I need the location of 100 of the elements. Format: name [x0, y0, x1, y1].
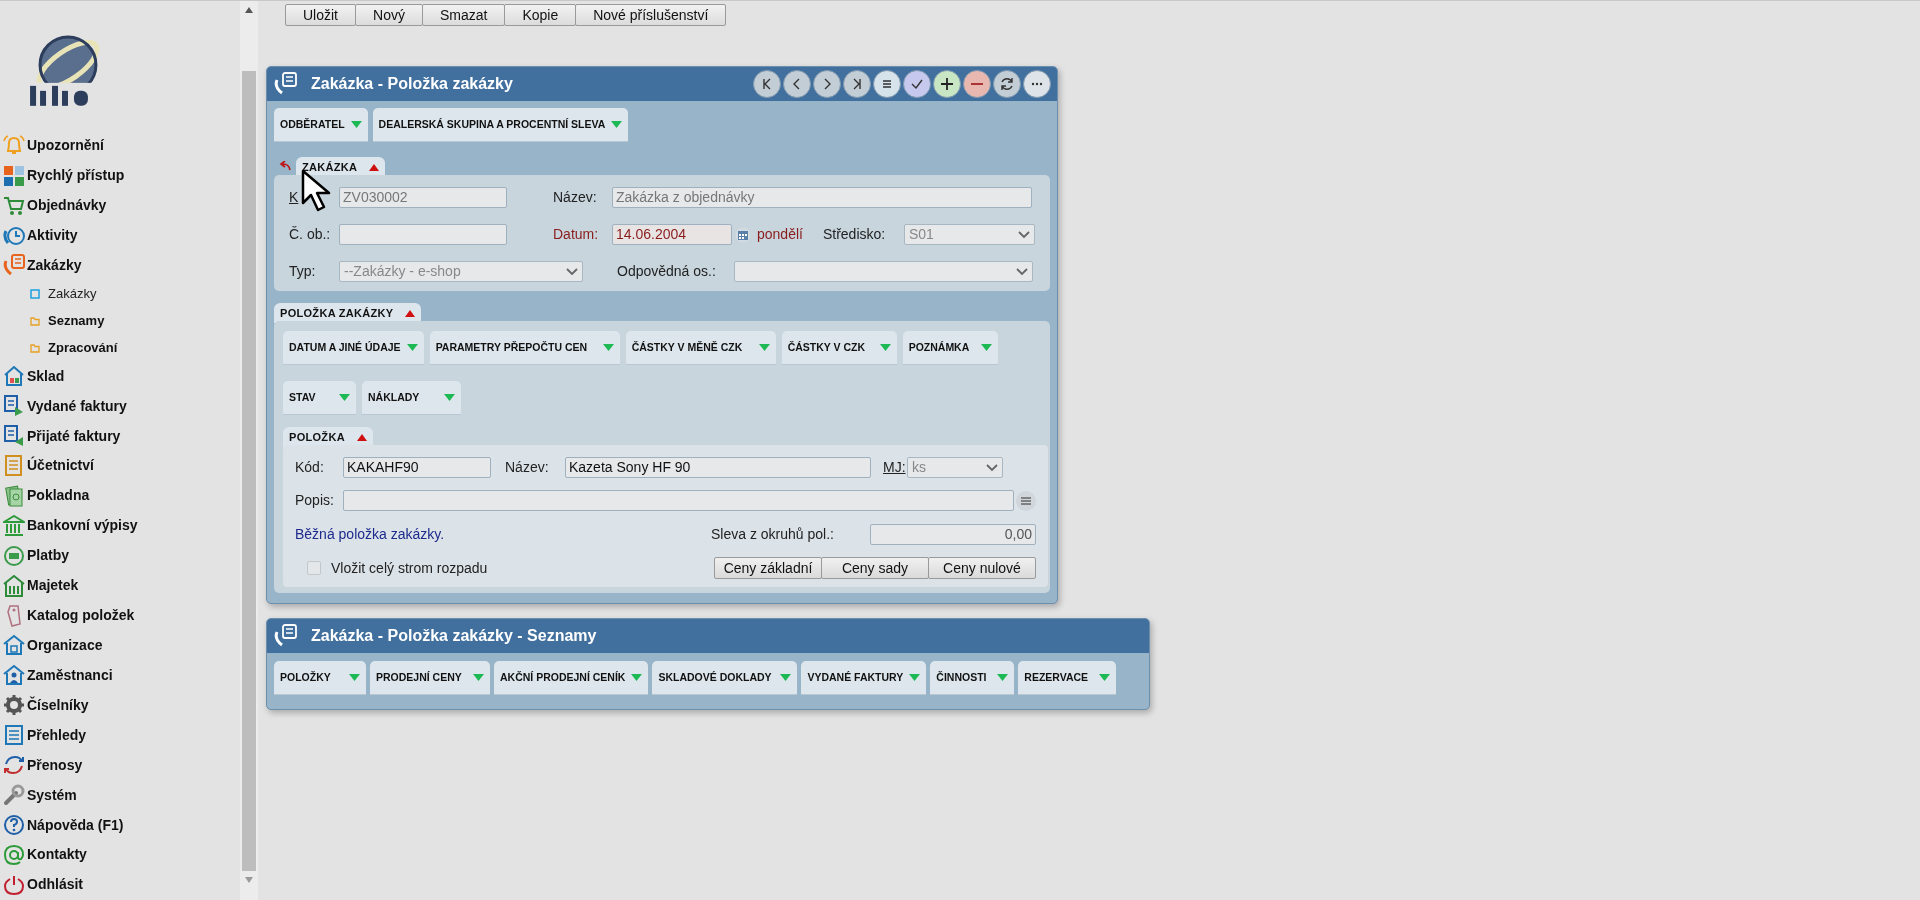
section-tab[interactable]: AKČNÍ PRODEJNÍ CENÍK	[494, 661, 649, 695]
expand-triangle-icon	[1099, 674, 1111, 681]
expand-triangle-icon	[602, 344, 614, 351]
phone-note-icon	[3, 254, 25, 277]
sidebar-item[interactable]: Účetnictví	[27, 455, 94, 477]
expand-triangle-icon	[909, 674, 921, 681]
question-icon	[3, 814, 25, 836]
chevron-down-icon	[566, 267, 578, 276]
remove-button[interactable]	[963, 70, 991, 98]
sidebar-item[interactable]: Upozornění	[27, 135, 104, 157]
last-button[interactable]	[843, 70, 871, 98]
refresh-button[interactable]	[993, 70, 1021, 98]
price-button[interactable]: Ceny sady	[821, 557, 929, 579]
minus-icon	[971, 83, 983, 85]
back-arrow-icon	[279, 161, 291, 171]
sidebar-item[interactable]: Bankovní výpisy	[27, 515, 138, 537]
scroll-up-icon[interactable]	[245, 7, 253, 13]
section-tab[interactable]: ČÁSTKY V CZK	[781, 331, 897, 365]
confirm-button[interactable]	[903, 70, 931, 98]
tiles-icon	[3, 164, 25, 187]
sidebar-subitem[interactable]: Seznamy	[48, 311, 105, 331]
sidebar-subitem[interactable]: Zakázky	[48, 284, 97, 304]
input-field[interactable]: KAKAHF90	[343, 457, 491, 478]
price-button[interactable]: Ceny základní	[714, 557, 822, 579]
section-tab[interactable]: STAV	[283, 381, 356, 415]
menu-button[interactable]	[873, 70, 901, 98]
sidebar-item[interactable]: Majetek	[27, 575, 79, 597]
sidebar-item[interactable]: Katalog položek	[27, 605, 135, 627]
checkbox[interactable]	[307, 561, 321, 575]
sync-arrows-icon	[3, 754, 25, 777]
sidebar-item[interactable]: Systém	[27, 784, 77, 806]
input-field[interactable]	[339, 224, 507, 245]
field-label: K	[289, 188, 300, 207]
sidebar-item[interactable]: Zaměstnanci	[27, 664, 113, 686]
cart-icon	[3, 194, 25, 217]
sidebar-item[interactable]: Vydané faktury	[27, 395, 127, 417]
sidebar-item[interactable]: Objednávky	[27, 195, 107, 217]
menu-lines-icon	[1021, 496, 1032, 505]
sidebar-item[interactable]: Aktivity	[27, 225, 78, 247]
toolbar-button[interactable]: Nový	[355, 4, 423, 26]
field-label: MJ:	[883, 458, 907, 477]
sidebar-item[interactable]: Zakázky	[27, 254, 82, 276]
sidebar-item[interactable]: Organizace	[27, 635, 103, 656]
input-field[interactable]	[342, 490, 1015, 511]
first-button[interactable]	[753, 70, 781, 98]
section-tab[interactable]: POLOŽKY	[274, 661, 366, 695]
section-tab[interactable]: DEALERSKÁ SKUPINA A PROCENTNÍ SLEVA	[372, 108, 629, 142]
toolbar-button[interactable]: Uložit	[285, 4, 356, 26]
document-arrow-icon	[3, 425, 25, 448]
scrollbar[interactable]	[240, 1, 258, 900]
field-label: Datum:	[553, 225, 600, 244]
building-icon	[3, 574, 25, 597]
section-tab[interactable]: VYDANÉ FAKTURY	[801, 661, 927, 695]
scrollbar-thumb[interactable]	[242, 71, 256, 871]
more-button[interactable]	[1023, 70, 1051, 98]
section-tab[interactable]: NÁKLADY	[362, 381, 461, 415]
text-menu-button[interactable]	[1016, 490, 1036, 511]
section-tab[interactable]: POZNÁMKA	[902, 331, 998, 365]
sidebar-item[interactable]: Číselníky	[27, 694, 89, 716]
field-label: Sleva z okruhů pol.:	[711, 525, 834, 544]
sidebar-item[interactable]: Platby	[27, 545, 69, 567]
expand-triangle-icon	[339, 394, 350, 401]
previous-button[interactable]	[783, 70, 811, 98]
sidebar-item[interactable]: Rychlý přístup	[27, 165, 125, 187]
sidebar-item[interactable]: Přehledy	[27, 724, 87, 746]
toolbar-button[interactable]: Kopie	[504, 4, 577, 26]
sidebar-item[interactable]: Nápověda (F1)	[27, 814, 124, 836]
input-field[interactable]: Kazeta Sony HF 90	[565, 457, 871, 478]
add-button[interactable]	[933, 70, 961, 98]
sidebar-item[interactable]: Odhlásit	[27, 874, 83, 896]
sidebar-item[interactable]: Přenosy	[27, 754, 83, 776]
next-button[interactable]	[813, 70, 841, 98]
weekday-text: pondělí	[757, 225, 803, 244]
input-field[interactable]: 0,00	[870, 524, 1036, 545]
section-tab[interactable]: ODBĚRATEL	[274, 108, 368, 142]
dropdown-field[interactable]	[734, 261, 1033, 282]
scroll-down-icon[interactable]	[245, 877, 253, 883]
expand-triangle-icon	[997, 674, 1009, 681]
section-tab[interactable]: DATUM A JINÉ ÚDAJE	[283, 331, 424, 365]
clock-icon	[3, 224, 25, 247]
sidebar-subitem[interactable]: Zpracování	[48, 338, 118, 358]
price-button[interactable]: Ceny nulové	[928, 557, 1036, 579]
window-title: Zakázka - Položka zakázky	[311, 74, 513, 94]
section-tab[interactable]: ČINNOSTI	[930, 661, 1015, 695]
person-house-icon	[3, 664, 25, 687]
input-field[interactable]: 14.06.2004	[612, 224, 732, 245]
expand-triangle-icon	[780, 674, 792, 681]
sidebar-item[interactable]: Sklad	[27, 365, 65, 387]
document-arrow-icon	[3, 395, 25, 418]
section-tab[interactable]: REZERVACE	[1018, 661, 1117, 695]
toolbar-button[interactable]: Smazat	[421, 4, 506, 26]
sidebar-item[interactable]: Pokladna	[27, 485, 90, 507]
section-tab[interactable]: PRODEJNÍ CENY	[370, 661, 490, 695]
sidebar-item[interactable]: Kontakty	[27, 844, 87, 866]
section-tab[interactable]: ČÁSTKY V MĚNĚ CZK	[625, 331, 776, 365]
section-tab[interactable]: SKLADOVÉ DOKLADY	[652, 661, 798, 695]
sidebar-item[interactable]: Přijaté faktury	[27, 425, 121, 447]
house-icon	[3, 634, 25, 657]
section-tab[interactable]: PARAMETRY PŘEPOČTU CEN	[429, 331, 620, 365]
toolbar-button[interactable]: Nové příslušenství	[575, 4, 727, 26]
